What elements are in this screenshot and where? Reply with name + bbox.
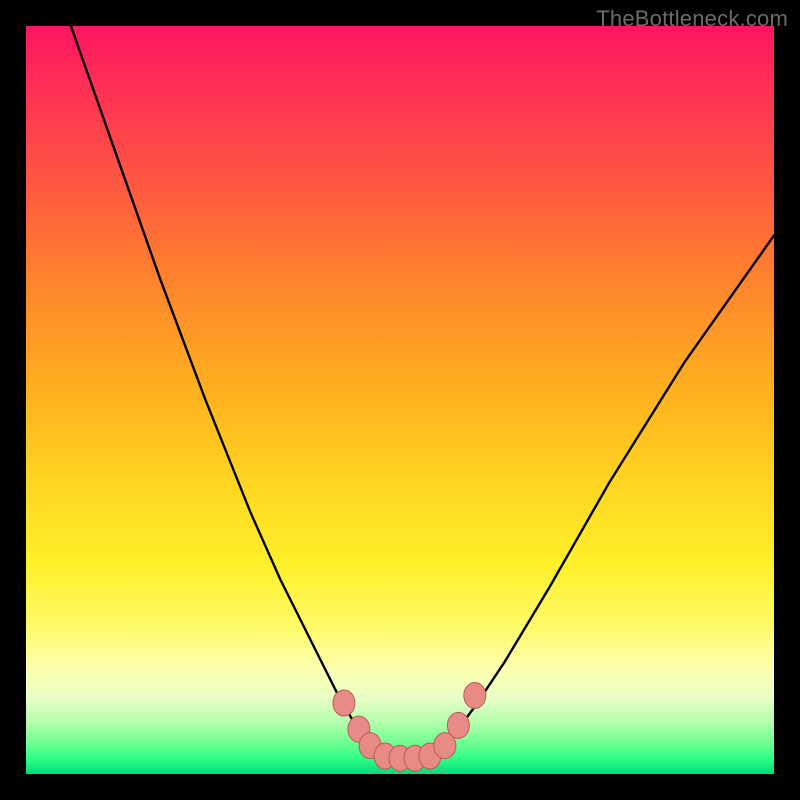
chart-frame: TheBottleneck.com <box>0 0 800 800</box>
plot-area <box>26 26 774 774</box>
watermark-text: TheBottleneck.com <box>596 6 788 32</box>
